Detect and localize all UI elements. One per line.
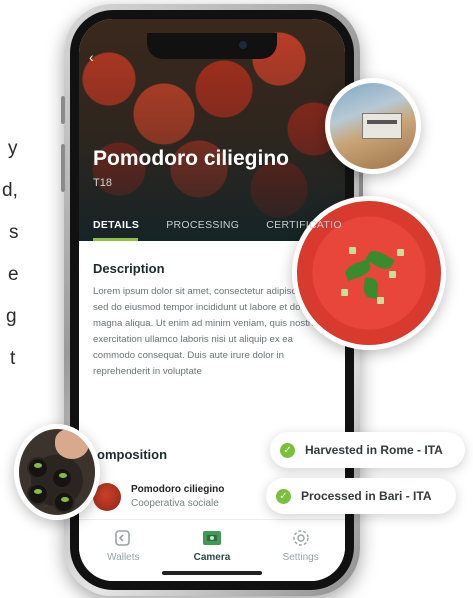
camera-icon — [201, 528, 223, 548]
back-arrow-icon[interactable]: ‹ — [89, 49, 94, 65]
truck-shape — [362, 113, 402, 139]
nav-item-wallets[interactable]: Wallets — [88, 528, 158, 581]
nav-label-wallets: Wallets — [107, 552, 140, 563]
cucumber-dice — [377, 297, 384, 304]
cucumber-dice — [341, 289, 348, 296]
product-code: T18 — [93, 177, 112, 189]
tab-details[interactable]: DETAILS — [79, 209, 152, 241]
sprout — [61, 497, 69, 502]
side-text-line: t — [10, 348, 16, 369]
side-text-line: e — [8, 264, 19, 285]
composition-item-name: Pomodoro ciliegino — [131, 484, 225, 495]
sprout — [59, 473, 67, 478]
front-camera — [239, 41, 247, 49]
home-indicator — [162, 571, 262, 575]
seedling-planting-photo — [14, 424, 100, 520]
check-circle-icon: ✓ — [280, 442, 295, 458]
bottom-navigation: Wallets Camera Settings — [79, 519, 345, 581]
seedling-pot — [27, 457, 49, 479]
composition-heading: omposition — [97, 447, 168, 462]
sprout — [34, 463, 42, 468]
seedling-pot — [51, 467, 73, 489]
harvested-badge-text: Harvested in Rome - ITA — [305, 443, 443, 457]
hand-shape — [55, 429, 89, 459]
nav-item-settings[interactable]: Settings — [266, 528, 336, 581]
product-title: Pomodoro ciliegino — [93, 147, 290, 170]
seedling-pot — [27, 483, 49, 505]
nav-label-settings: Settings — [282, 552, 319, 563]
nav-label-camera: Camera — [193, 552, 231, 563]
side-text-line: s — [9, 222, 19, 243]
phone-volume-button — [61, 144, 65, 192]
cucumber-dice — [389, 271, 396, 278]
cucumber-dice — [349, 247, 356, 254]
side-text-line: d, — [2, 180, 18, 201]
side-text-line: y — [8, 138, 18, 159]
detail-tabs: DETAILS PROCESSING CERTIFICATIO — [79, 209, 345, 241]
composition-item-organization: Cooperativa sociale — [131, 498, 219, 509]
cropped-side-text: y d, s e g t — [0, 128, 20, 380]
settings-gear-icon — [290, 528, 312, 548]
transport-truck-photo — [325, 78, 421, 174]
phone-side-button — [61, 96, 65, 124]
description-heading: Description — [93, 261, 165, 276]
basil-leaf — [363, 277, 379, 299]
tab-processing[interactable]: PROCESSING — [152, 209, 252, 241]
sprout — [34, 489, 42, 494]
check-circle-icon: ✓ — [276, 488, 291, 504]
harvested-badge: ✓ Harvested in Rome - ITA — [270, 432, 465, 468]
cucumber-dice — [397, 249, 404, 256]
seedling-pot — [53, 491, 75, 513]
description-text: Lorem ipsum dolor sit amet, consectetur … — [93, 286, 327, 377]
processed-badge: ✓ Processed in Bari - ITA — [266, 478, 456, 514]
tab-certifications[interactable]: CERTIFICATIO — [252, 209, 345, 241]
wallet-icon — [112, 528, 134, 548]
phone-notch — [147, 33, 277, 59]
side-text-line: g — [6, 306, 17, 327]
processed-badge-text: Processed in Bari - ITA — [301, 489, 432, 503]
